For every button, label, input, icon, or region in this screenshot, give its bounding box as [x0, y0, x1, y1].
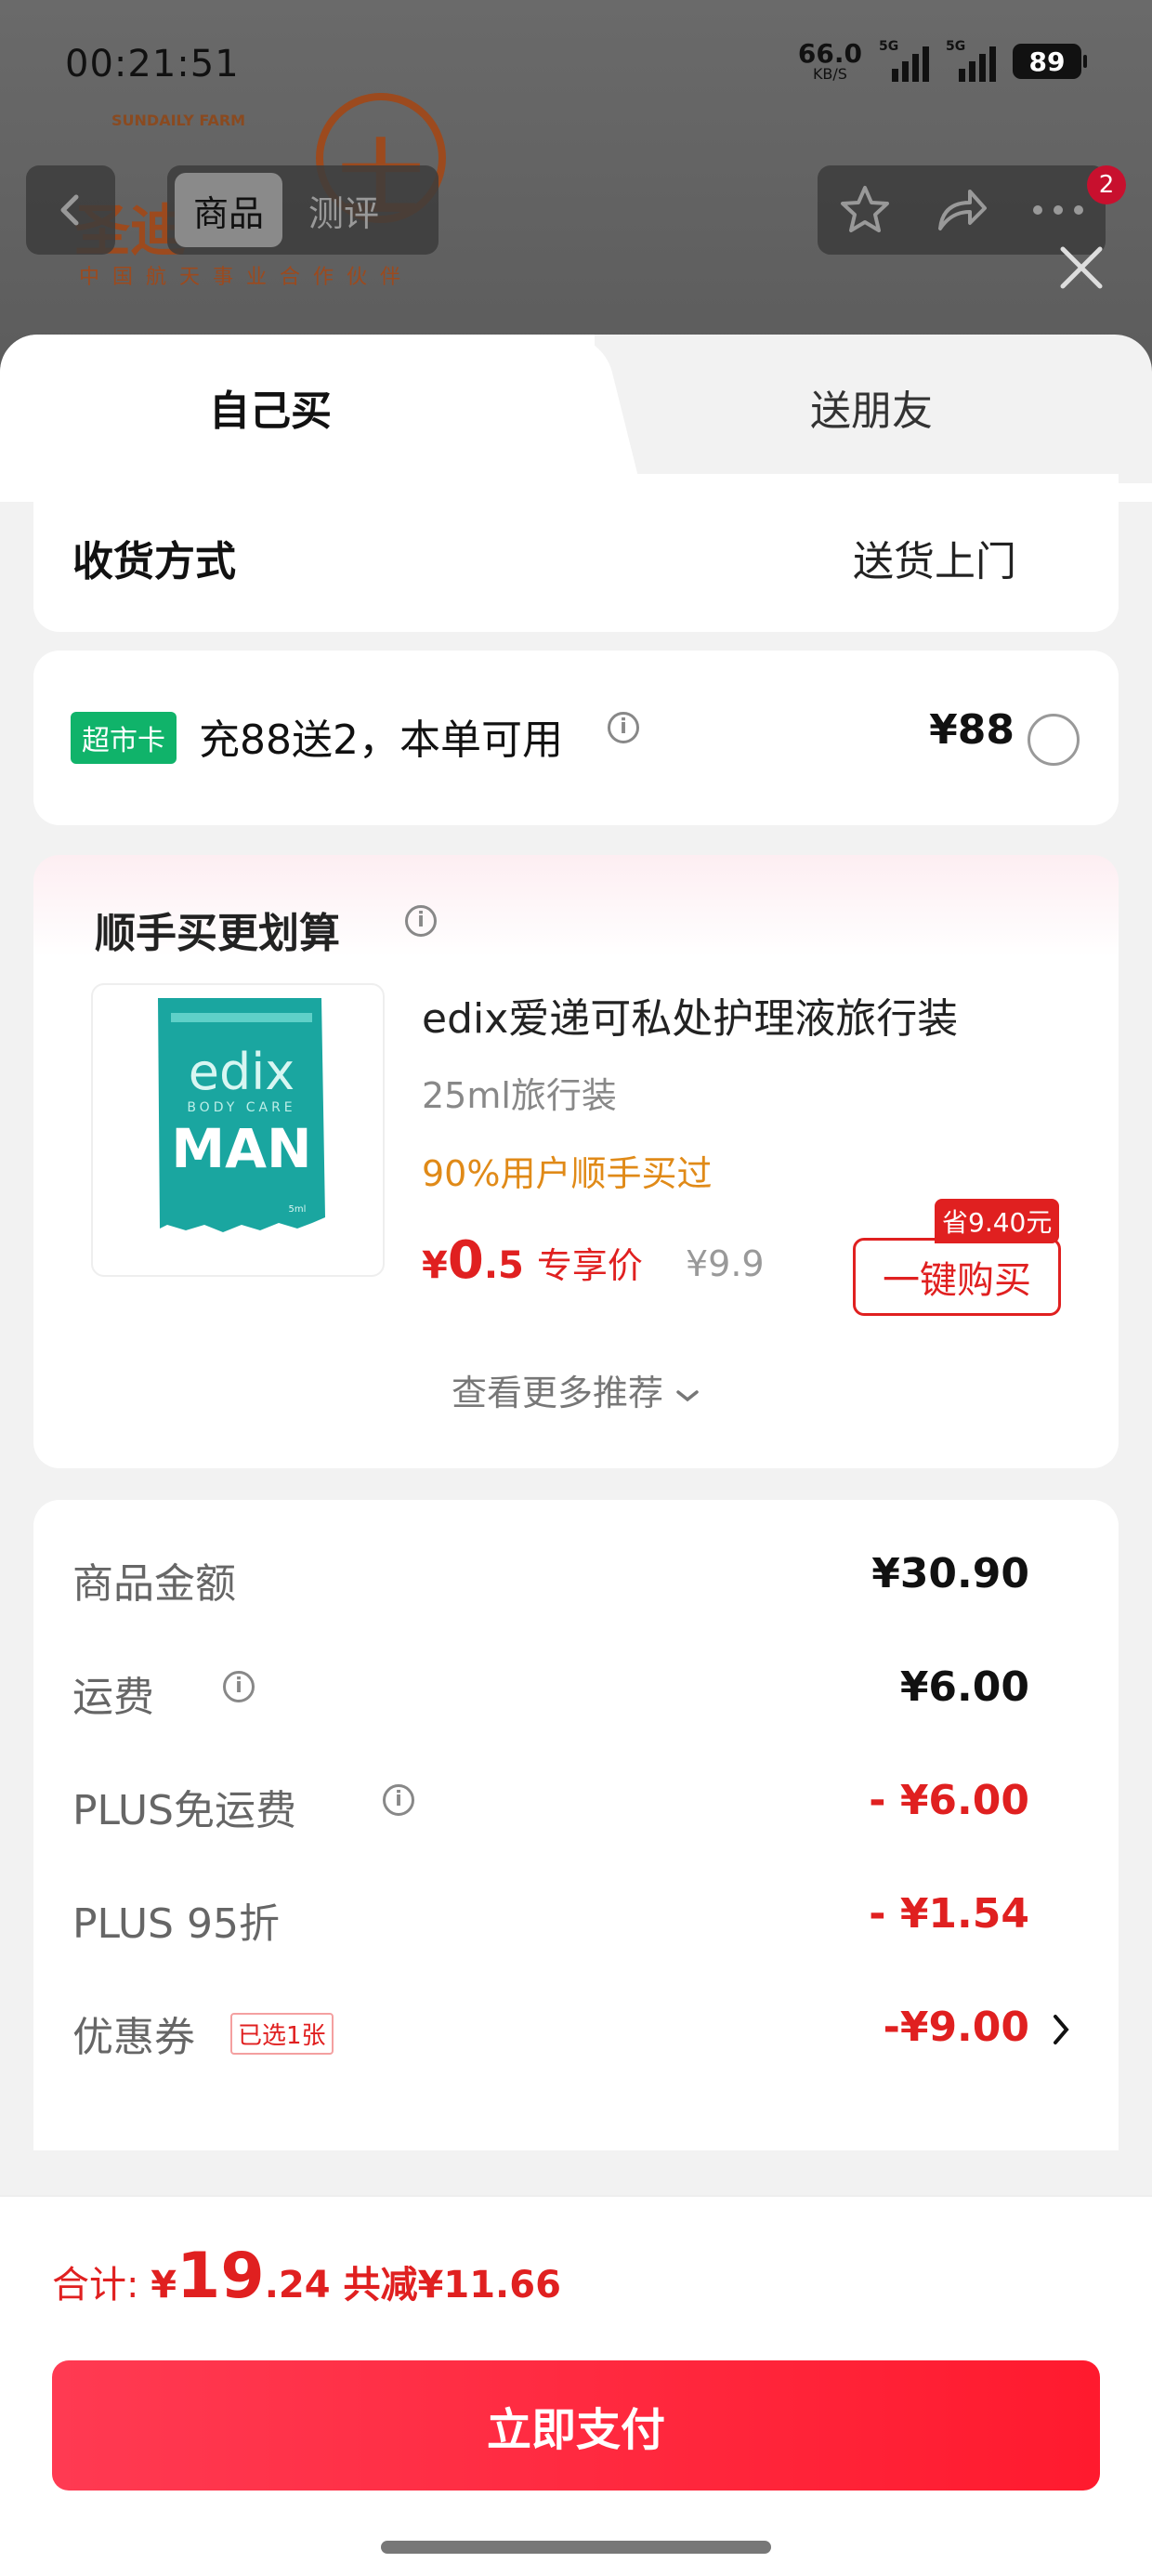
total-decimal: .24: [264, 2264, 331, 2307]
delivery-label: 收货方式: [72, 538, 236, 585]
info-icon[interactable]: i: [223, 1671, 255, 1702]
plus-discount-row: PLUS 95折 - ¥1.54: [72, 1890, 1029, 1948]
radio-icon[interactable]: [1028, 714, 1080, 766]
price-label: 专享价: [536, 1245, 643, 1286]
total-main: 19: [177, 2240, 265, 2313]
coupon-selected-tag: 已选1张: [230, 2013, 334, 2055]
plus-free-shipping-label: PLUS免运费: [72, 1787, 296, 1834]
home-indicator[interactable]: [381, 2541, 771, 2554]
shipping-row: 运费 i ¥6.00: [72, 1663, 1029, 1721]
product-name[interactable]: edix爱递可私处护理液旅行装: [422, 985, 958, 1045]
supermarket-card-promo[interactable]: 超市卡 充88送2，本单可用 i ¥88: [33, 651, 1119, 825]
signal-label: 5G: [879, 39, 899, 54]
total-saved: 共减¥11.66: [343, 2264, 561, 2307]
info-icon[interactable]: i: [383, 1784, 414, 1816]
purchase-type-tabs: 自己买 送朋友: [0, 335, 1152, 493]
coupon-row[interactable]: 优惠券 已选1张 -¥9.00: [72, 2004, 1069, 2061]
price-main: 0: [447, 1230, 484, 1291]
tab-gift-friend[interactable]: 送朋友: [810, 377, 933, 437]
back-button[interactable]: [26, 165, 115, 255]
more-icon[interactable]: [1030, 201, 1086, 219]
back-arrow-icon: [60, 194, 79, 226]
goods-amount-label: 商品金额: [72, 1560, 236, 1608]
logo-partner-text: 中国航天事业合作伙伴: [79, 266, 414, 289]
chevron-down-icon: [676, 1389, 699, 1401]
star-icon[interactable]: [837, 182, 893, 238]
plus-discount-value: - ¥1.54: [869, 1890, 1029, 1938]
save-badge: 省9.40元: [935, 1199, 1060, 1243]
promo-text: 充88送2，本单可用: [199, 716, 563, 764]
pay-now-button[interactable]: 立即支付: [52, 2360, 1100, 2491]
coupon-label: 优惠券: [72, 2014, 195, 2061]
background-page: 00:21:51 66.0 KB/S 5G 5G 89 SUNDAILY FAR…: [0, 0, 1152, 372]
info-icon[interactable]: i: [608, 712, 639, 743]
supermarket-card-tag: 超市卡: [71, 712, 177, 764]
see-more-recommendations[interactable]: 查看更多推荐: [33, 1364, 1119, 1415]
total-currency: ¥: [151, 2264, 177, 2307]
total-label: 合计:: [52, 2264, 151, 2307]
svg-text:edix: edix: [189, 1043, 295, 1101]
close-icon[interactable]: [1054, 240, 1109, 296]
svg-text:MAN: MAN: [171, 1117, 311, 1180]
tab-review[interactable]: 测评: [290, 173, 398, 247]
svg-text:BODY CARE: BODY CARE: [187, 1100, 295, 1115]
see-more-label: 查看更多推荐: [451, 1373, 663, 1413]
coupon-value: -¥9.00: [883, 2004, 1029, 2051]
plus-discount-label: PLUS 95折: [72, 1900, 280, 1948]
network-speed-unit: KB/S: [812, 65, 847, 83]
signal-icon: 5G: [879, 39, 929, 82]
price-summary: 商品金额 ¥30.90 运费 i ¥6.00 PLUS免运费 i - ¥6.00…: [33, 1500, 1119, 2150]
logo-farm-text: SUNDAILY FARM: [111, 112, 246, 129]
product-spec: 25ml旅行装: [422, 1075, 617, 1116]
price-decimal: .5: [483, 1244, 524, 1287]
order-total: 合计: ¥19.24 共减¥11.66: [52, 2240, 561, 2313]
plus-free-shipping-value: - ¥6.00: [869, 1777, 1029, 1824]
product-social-proof: 90%用户顺手买过: [422, 1153, 713, 1194]
delivery-method-row[interactable]: 收货方式 送货上门: [33, 474, 1119, 632]
plus-free-shipping-row: PLUS免运费 i - ¥6.00: [72, 1777, 1029, 1834]
network-speed: 66.0 KB/S: [798, 41, 862, 82]
chevron-right-icon: [1054, 2015, 1069, 2044]
battery-icon: 89: [1013, 44, 1087, 79]
info-icon[interactable]: i: [405, 905, 437, 937]
checkout-footer: 合计: ¥19.24 共减¥11.66 立即支付: [0, 2195, 1152, 2576]
product-image[interactable]: edix BODY CARE MAN 5ml: [91, 983, 385, 1277]
addon-recommendation: 顺手买更划算 i edix BODY CARE MAN 5ml edix爱递可私…: [33, 855, 1119, 1468]
addon-title: 顺手买更划算: [95, 910, 340, 957]
network-speed-value: 66.0: [797, 38, 862, 69]
original-price: ¥9.9: [686, 1243, 765, 1284]
signal-label-2: 5G: [946, 39, 966, 54]
svg-text:5ml: 5ml: [289, 1204, 307, 1215]
shipping-value: ¥6.00: [899, 1663, 1029, 1711]
goods-amount-value: ¥30.90: [871, 1550, 1029, 1597]
delivery-value: 送货上门: [853, 538, 1016, 585]
tab-product[interactable]: 商品: [175, 173, 283, 247]
goods-amount-row: 商品金额 ¥30.90: [72, 1550, 1029, 1608]
shipping-label: 运费: [72, 1674, 154, 1721]
one-click-buy-button[interactable]: 一键购买: [853, 1238, 1061, 1316]
price-currency: ¥: [422, 1244, 448, 1287]
tab-self-buy-label[interactable]: 自己买: [209, 377, 332, 437]
share-icon[interactable]: [933, 182, 990, 238]
signal-icon-2: 5G: [946, 39, 996, 82]
promo-price: ¥88: [929, 706, 1015, 754]
product-nav-tabs: 商品 测评: [167, 165, 439, 255]
notification-badge: 2: [1087, 165, 1126, 204]
product-sachet-image: edix BODY CARE MAN 5ml: [158, 998, 325, 1232]
product-price: ¥0.5 专享价: [422, 1230, 643, 1291]
status-indicators: 66.0 KB/S 5G 5G 89: [798, 39, 1087, 82]
